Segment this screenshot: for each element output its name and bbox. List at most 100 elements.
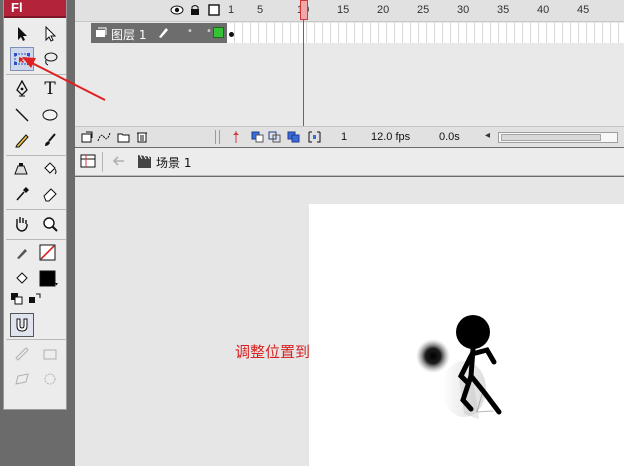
paint-bucket-tool[interactable] — [38, 157, 62, 181]
subselection-tool[interactable] — [38, 22, 62, 46]
paint-bucket-icon — [16, 272, 28, 284]
frame-number: 35 — [497, 4, 510, 16]
frame-number: 5 — [257, 4, 264, 16]
eraser-tool[interactable] — [38, 182, 62, 206]
stroke-pencil-indicator — [10, 241, 34, 265]
layer-name: 图层 1 — [111, 28, 147, 42]
new-folder-icon[interactable] — [117, 131, 130, 143]
smooth-option-button[interactable] — [10, 342, 34, 366]
scale-icon — [44, 373, 56, 385]
oval-tool[interactable] — [38, 103, 62, 127]
onion-skin-icon[interactable] — [251, 131, 264, 143]
timeline-header: 1 5 10 15 20 25 30 35 40 45 — [75, 0, 624, 22]
separator — [6, 209, 66, 210]
default-colors-button[interactable] — [10, 292, 24, 306]
modify-onion-markers-icon[interactable] — [308, 131, 321, 143]
frame-number: 45 — [577, 4, 590, 16]
frame-number: 40 — [537, 4, 550, 16]
frame-ruler[interactable]: 1 5 10 15 20 25 30 35 40 45 — [227, 0, 624, 22]
eye-icon[interactable] — [170, 4, 184, 16]
straighten-option-button[interactable] — [38, 342, 62, 366]
eyedropper-tool[interactable] — [10, 182, 34, 206]
edit-multiple-frames-icon[interactable] — [287, 131, 300, 143]
stroke-color-row — [8, 241, 64, 267]
frame-number: 15 — [337, 4, 350, 16]
paint-bucket-icon — [44, 162, 57, 175]
fill-color-swatch[interactable] — [38, 267, 60, 291]
rotate-option-button[interactable] — [10, 367, 34, 391]
swap-colors-button[interactable] — [28, 292, 42, 306]
back-arrow-icon[interactable] — [112, 155, 126, 167]
pen-tool[interactable] — [10, 77, 34, 101]
frame-number: 30 — [457, 4, 470, 16]
arrow-icon — [18, 27, 27, 41]
separator — [6, 74, 66, 75]
stage[interactable] — [309, 204, 624, 466]
fill-bucket-indicator — [10, 267, 34, 291]
no-color-swatch-icon — [39, 244, 56, 261]
default-colors-icon — [11, 293, 23, 305]
line-tool[interactable] — [10, 103, 34, 127]
separator — [6, 155, 66, 156]
current-frame: 1 — [341, 131, 348, 143]
layer-label-cell[interactable]: 图层 1 • • — [91, 23, 227, 43]
stick-figure-drawing[interactable] — [309, 204, 624, 466]
motion-guide-icon[interactable] — [97, 131, 111, 143]
free-transform-icon — [14, 53, 30, 65]
lock-icon[interactable] — [190, 4, 200, 16]
zoom-tool[interactable] — [38, 212, 62, 236]
playhead[interactable] — [300, 0, 308, 20]
subselect-icon — [45, 26, 57, 42]
scale-option-button[interactable] — [38, 367, 62, 391]
fill-color-row — [8, 267, 64, 293]
options-row — [8, 313, 64, 339]
stroke-color-swatch[interactable] — [38, 241, 58, 265]
pen-icon — [16, 80, 28, 97]
lock-dot[interactable]: • — [206, 26, 212, 37]
straighten-icon — [43, 349, 57, 360]
oval-icon — [42, 109, 58, 121]
eraser-icon — [43, 188, 57, 202]
keyframe-dot[interactable] — [229, 32, 234, 37]
outline-icon[interactable] — [208, 4, 220, 16]
snap-to-objects-button[interactable] — [10, 313, 34, 337]
rotate-icon — [15, 373, 29, 385]
line-icon — [15, 108, 29, 122]
new-layer-icon[interactable] — [81, 131, 93, 143]
text-tool[interactable]: T — [38, 77, 62, 101]
layer-outline-color[interactable] — [213, 27, 224, 38]
pencil-icon — [17, 249, 27, 259]
pencil-icon — [15, 134, 29, 148]
lasso-icon — [44, 52, 58, 66]
tools-panel: Fl T — [3, 0, 67, 410]
visibility-dot[interactable]: • — [187, 26, 193, 37]
fill-swatch-icon — [39, 270, 58, 287]
trash-icon[interactable] — [136, 130, 148, 143]
swap-colors-icon — [29, 293, 41, 303]
hand-tool[interactable] — [10, 212, 34, 236]
frames-grid[interactable] — [227, 23, 624, 43]
blurred-ball — [416, 339, 450, 373]
timeline-toggle-icon[interactable] — [80, 153, 96, 169]
onion-skin-outlines-icon[interactable] — [268, 131, 281, 143]
brush-icon — [45, 133, 56, 146]
options-row-disabled-1 — [8, 342, 64, 368]
tool-row-view — [8, 212, 64, 238]
selection-tool[interactable] — [10, 22, 34, 46]
layer-icon — [96, 27, 107, 37]
layer-row[interactable]: 图层 1 • • — [75, 23, 624, 43]
lasso-tool[interactable] — [38, 47, 62, 71]
ink-bottle-icon — [14, 163, 28, 175]
center-frame-icon[interactable] — [232, 131, 240, 143]
ink-bottle-tool[interactable] — [10, 157, 34, 181]
scene-name[interactable]: 场景 1 — [156, 154, 191, 171]
brush-tool[interactable] — [38, 128, 62, 152]
scroll-left-arrow[interactable]: ◂ — [485, 130, 490, 141]
frame-rate[interactable]: 12.0 fps — [371, 131, 410, 143]
pencil-tool[interactable] — [10, 128, 34, 152]
timeline-panel: 1 5 10 15 20 25 30 35 40 45 图层 1 • • — [75, 0, 624, 147]
scrollbar-thumb[interactable] — [501, 134, 601, 141]
tool-row-pen-text: T — [8, 77, 64, 103]
timeline-scrollbar[interactable] — [498, 132, 618, 143]
free-transform-tool[interactable] — [10, 47, 34, 71]
